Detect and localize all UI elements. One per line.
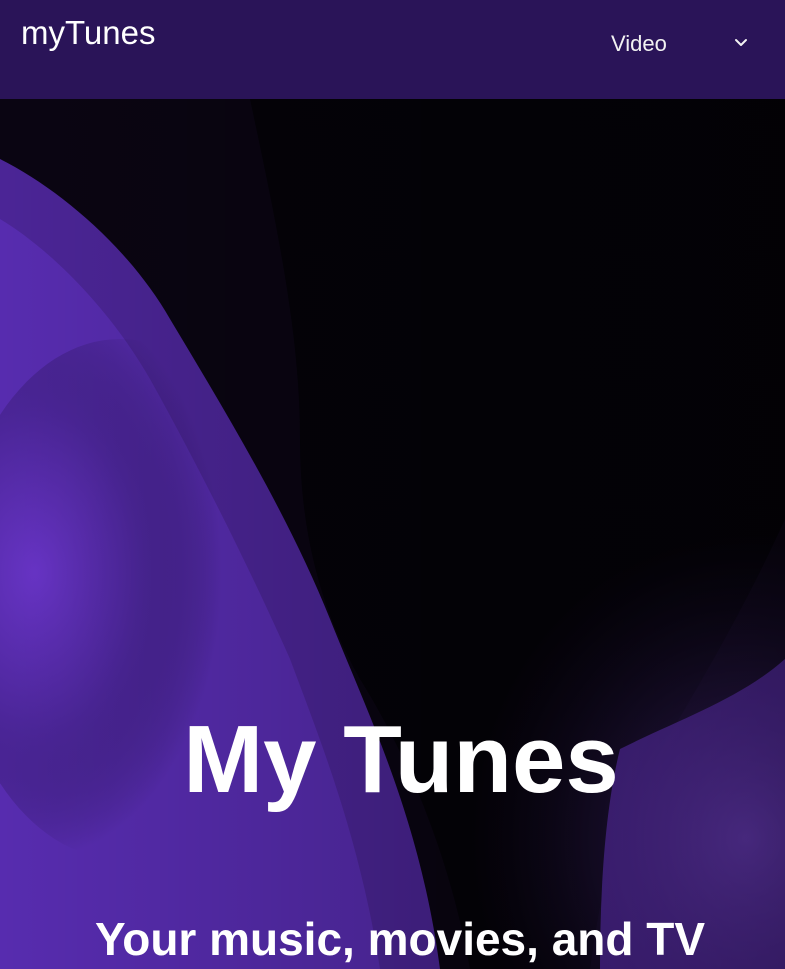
hero-section: My Tunes Your music, movies, and TV show… <box>0 99 785 969</box>
hero-subtitle: Your music, movies, and TV shows take ce… <box>94 913 706 969</box>
video-dropdown-label: Video <box>611 31 667 56</box>
top-navbar: myTunes Video <box>0 0 785 99</box>
hero-background-image <box>0 99 785 969</box>
hero-title: My Tunes <box>183 706 619 813</box>
chevron-down-icon <box>735 39 747 46</box>
brand-logo-link[interactable]: myTunes <box>21 14 155 52</box>
video-dropdown[interactable]: Video <box>596 22 768 66</box>
